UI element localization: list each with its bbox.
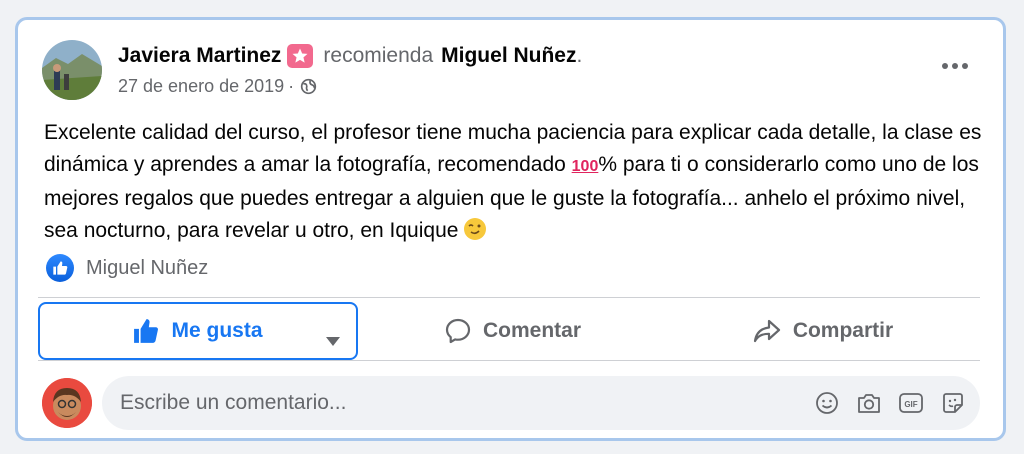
comment-tools: GIF bbox=[814, 390, 966, 416]
share-label: Compartir bbox=[792, 319, 894, 342]
sticker-icon[interactable] bbox=[940, 390, 966, 416]
comment-composer: GIF bbox=[102, 376, 980, 430]
divider-top bbox=[38, 297, 980, 298]
comment-bubble-icon bbox=[445, 318, 471, 344]
share-button[interactable]: Compartir bbox=[668, 302, 978, 360]
thumbs-up-icon bbox=[133, 318, 159, 344]
globe-icon bbox=[300, 78, 317, 95]
date-separator: · bbox=[288, 76, 295, 96]
comment-button[interactable]: Comentar bbox=[363, 302, 663, 360]
more-dot-icon bbox=[952, 63, 958, 69]
current-user-avatar[interactable] bbox=[42, 378, 92, 428]
recommended-suffix: . bbox=[576, 44, 583, 67]
action-text: recomienda bbox=[323, 44, 434, 67]
author-name[interactable]: Javiera Martinez bbox=[118, 44, 281, 68]
wink-emoji-icon bbox=[464, 218, 487, 240]
like-label: Me gusta bbox=[171, 319, 263, 342]
more-dot-icon bbox=[962, 63, 968, 69]
post-date[interactable]: 27 de enero de 2019 bbox=[118, 76, 284, 97]
share-arrow-icon bbox=[753, 318, 781, 344]
post-header: Javiera Martinez recomienda Miguel Nuñez… bbox=[118, 44, 582, 68]
post-meta: 27 de enero de 2019 · bbox=[118, 76, 317, 97]
recommended-page-name[interactable]: Miguel Nuñez bbox=[441, 44, 576, 68]
author-avatar[interactable] bbox=[42, 40, 102, 100]
divider-bottom bbox=[38, 360, 980, 361]
gif-icon[interactable]: GIF bbox=[898, 390, 924, 416]
comment-input[interactable] bbox=[120, 391, 720, 415]
more-dot-icon bbox=[942, 63, 948, 69]
post-card: Javiera Martinez recomienda Miguel Nuñez… bbox=[15, 17, 1006, 441]
reaction-dropdown-caret-icon[interactable] bbox=[326, 328, 340, 352]
emoji-smiley-icon[interactable] bbox=[814, 390, 840, 416]
comment-label: Comentar bbox=[482, 319, 582, 342]
camera-icon[interactable] bbox=[856, 390, 882, 416]
hundred-points-icon: 100 bbox=[571, 158, 599, 175]
svg-text:GIF: GIF bbox=[904, 400, 917, 409]
like-button[interactable]: Me gusta bbox=[38, 302, 358, 360]
like-reaction-icon bbox=[46, 254, 74, 282]
reactions-summary[interactable]: Miguel Nuñez bbox=[46, 254, 208, 282]
more-options-button[interactable] bbox=[937, 54, 973, 78]
likes-names[interactable]: Miguel Nuñez bbox=[86, 257, 208, 280]
star-badge-icon bbox=[287, 44, 314, 68]
post-text: Excelente calidad del curso, el profesor… bbox=[44, 117, 989, 247]
